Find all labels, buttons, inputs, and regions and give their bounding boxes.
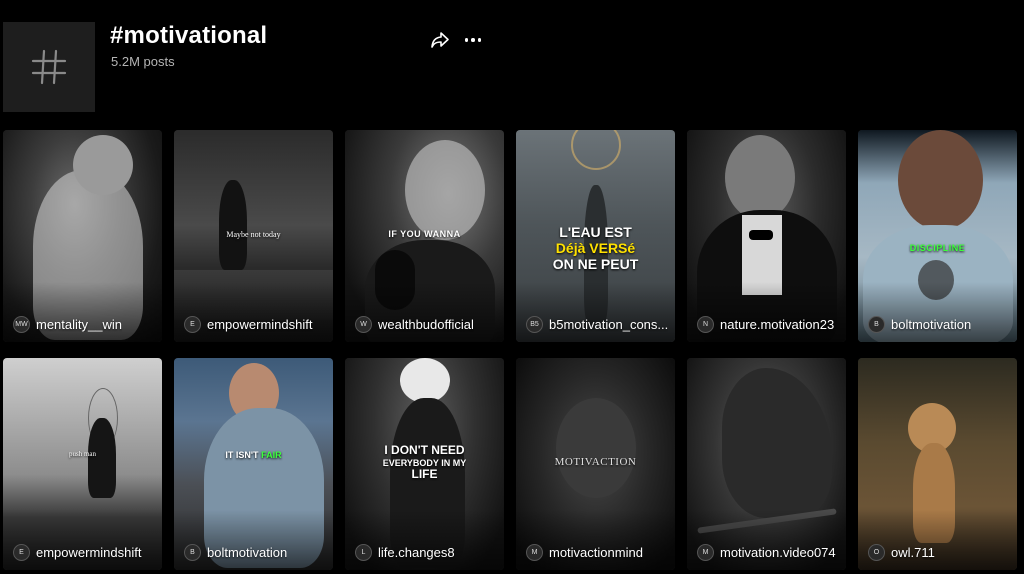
author-name: mentality__win bbox=[36, 317, 122, 332]
video-card[interactable]: L'EAU EST Déjà VERSé ON NE PEUT B5 b5mot… bbox=[516, 130, 675, 342]
video-author[interactable]: O owl.711 bbox=[868, 544, 935, 561]
avatar: O bbox=[868, 544, 885, 561]
video-author[interactable]: MW mentality__win bbox=[13, 316, 122, 333]
more-options-button[interactable] bbox=[462, 30, 484, 50]
video-card[interactable]: push man E empowermindshift bbox=[3, 358, 162, 570]
author-name: motivation.video074 bbox=[720, 545, 836, 560]
video-card[interactable]: DISCIPLINE B boltmotivation bbox=[858, 130, 1017, 342]
author-name: empowermindshift bbox=[36, 545, 142, 560]
video-card[interactable]: I DON'T NEED EVERYBODY IN MY LIFE L life… bbox=[345, 358, 504, 570]
post-count: 5.2M posts bbox=[111, 54, 175, 69]
video-author[interactable]: E empowermindshift bbox=[184, 316, 313, 333]
video-card[interactable]: MOTIVACTION M motivactionmind bbox=[516, 358, 675, 570]
author-name: boltmotivation bbox=[207, 545, 288, 560]
avatar: E bbox=[13, 544, 30, 561]
avatar: E bbox=[184, 316, 201, 333]
caption-highlight: VERSé bbox=[589, 240, 636, 257]
video-author[interactable]: L life.changes8 bbox=[355, 544, 455, 561]
video-card[interactable]: Maybe not today E empowermindshift bbox=[174, 130, 333, 342]
share-arrow-icon bbox=[431, 32, 449, 48]
video-author[interactable]: N nature.motivation23 bbox=[697, 316, 834, 333]
author-name: b5motivation_cons... bbox=[549, 317, 669, 332]
author-name: nature.motivation23 bbox=[720, 317, 835, 332]
video-author[interactable]: E empowermindshift bbox=[13, 544, 142, 561]
avatar: M bbox=[526, 544, 543, 561]
video-caption: MOTIVACTION bbox=[554, 456, 637, 468]
caption-line: Déjà VERSé bbox=[516, 240, 675, 256]
video-caption: push man bbox=[68, 450, 97, 458]
video-card[interactable]: IT ISN'T FAIR B boltmotivation bbox=[174, 358, 333, 570]
caption-line: LIFE bbox=[411, 467, 438, 482]
avatar: B bbox=[184, 544, 201, 561]
video-card[interactable]: MW mentality__win bbox=[3, 130, 162, 342]
video-author[interactable]: B5 b5motivation_cons... bbox=[526, 316, 668, 333]
video-caption: DISCIPLINE bbox=[909, 243, 966, 253]
hashtag-icon bbox=[31, 49, 67, 85]
avatar: MW bbox=[13, 316, 30, 333]
page-title: #motivational bbox=[110, 22, 268, 49]
avatar: B bbox=[868, 316, 885, 333]
avatar: N bbox=[697, 316, 714, 333]
avatar: W bbox=[355, 316, 372, 333]
caption-line: ON NE PEUT bbox=[552, 256, 639, 273]
author-name: owl.711 bbox=[891, 545, 935, 560]
video-author[interactable]: B boltmotivation bbox=[184, 544, 287, 561]
share-button[interactable] bbox=[429, 30, 451, 50]
more-horizontal-icon bbox=[464, 38, 482, 42]
caption-highlight: Déjà bbox=[555, 240, 586, 257]
author-name: wealthbudofficial bbox=[378, 317, 474, 332]
author-name: empowermindshift bbox=[207, 317, 313, 332]
avatar: M bbox=[697, 544, 714, 561]
author-name: life.changes8 bbox=[378, 545, 455, 560]
caption-text: IT ISN'T bbox=[225, 450, 259, 460]
video-card[interactable]: O owl.711 bbox=[858, 358, 1017, 570]
avatar: B5 bbox=[526, 316, 543, 333]
video-card[interactable]: N nature.motivation23 bbox=[687, 130, 846, 342]
caption-highlight: FAIR bbox=[261, 450, 282, 460]
author-name: boltmotivation bbox=[891, 317, 972, 332]
hashtag-thumbnail bbox=[3, 22, 95, 112]
avatar: L bbox=[355, 544, 372, 561]
caption-line: I DON'T NEED bbox=[384, 443, 465, 457]
video-card[interactable]: M motivation.video074 bbox=[687, 358, 846, 570]
video-author[interactable]: M motivation.video074 bbox=[697, 544, 836, 561]
video-author[interactable]: B boltmotivation bbox=[868, 316, 971, 333]
author-name: motivactionmind bbox=[549, 545, 643, 560]
caption-line: L'EAU EST bbox=[559, 224, 632, 240]
video-author[interactable]: M motivactionmind bbox=[526, 544, 643, 561]
video-caption: Maybe not today bbox=[226, 230, 281, 239]
video-card[interactable]: IF YOU WANNA W wealthbudofficial bbox=[345, 130, 504, 342]
video-caption: IF YOU WANNA bbox=[388, 229, 461, 239]
video-author[interactable]: W wealthbudofficial bbox=[355, 316, 474, 333]
